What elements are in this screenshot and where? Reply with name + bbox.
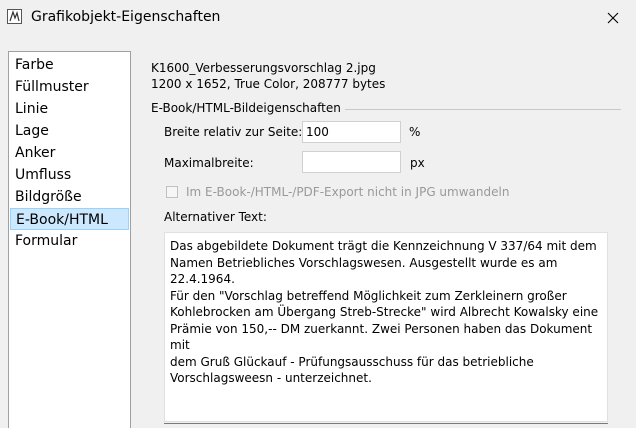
width-input[interactable] — [302, 121, 401, 143]
file-info: K1600_Verbesserungsvorschlag 2.jpg 1200 … — [151, 60, 385, 92]
alt-text-bottom-border — [164, 423, 608, 424]
sidebar-item-formular[interactable]: Formular — [9, 230, 130, 252]
file-details: 1200 x 1652, True Color, 208777 bytes — [151, 77, 386, 91]
sidebar-item-ebook-html[interactable]: E-Book/HTML — [10, 208, 129, 230]
width-unit: % — [409, 125, 421, 139]
close-icon — [607, 12, 619, 24]
category-list[interactable]: Farbe Füllmuster Linie Lage Anker Umflus… — [8, 51, 131, 428]
group-label: E-Book/HTML-Bildeigenschaften — [151, 101, 345, 115]
file-name: K1600_Verbesserungsvorschlag 2.jpg — [151, 61, 376, 75]
window-title: Grafikobjekt-Eigenschaften — [31, 9, 221, 25]
title-bar: Grafikobjekt-Eigenschaften — [0, 0, 636, 36]
alt-text-label: Alternativer Text: — [164, 210, 267, 224]
sidebar-item-umfluss[interactable]: Umfluss — [9, 164, 130, 186]
jpg-checkbox[interactable] — [166, 186, 178, 198]
close-button[interactable] — [590, 0, 636, 36]
app-icon — [7, 9, 22, 24]
maxwidth-label: Maximalbreite: — [164, 156, 254, 170]
width-label: Breite relativ zur Seite: — [164, 125, 303, 139]
maxwidth-unit: px — [410, 156, 425, 170]
maxwidth-input[interactable] — [302, 151, 401, 173]
sidebar-item-lage[interactable]: Lage — [9, 120, 130, 142]
group-divider — [340, 109, 621, 110]
sidebar-item-bildgroesse[interactable]: Bildgröße — [9, 186, 130, 208]
sidebar-item-linie[interactable]: Linie — [9, 98, 130, 120]
jpg-checkbox-label: Im E-Book-/HTML-/PDF-Export nicht in JPG… — [186, 185, 510, 199]
sidebar-item-farbe[interactable]: Farbe — [9, 54, 130, 76]
sidebar-item-anker[interactable]: Anker — [9, 142, 130, 164]
sidebar-item-fuellmuster[interactable]: Füllmuster — [9, 76, 130, 98]
alt-text-area[interactable]: Das abgebildete Dokument trägt die Kennz… — [164, 232, 608, 422]
